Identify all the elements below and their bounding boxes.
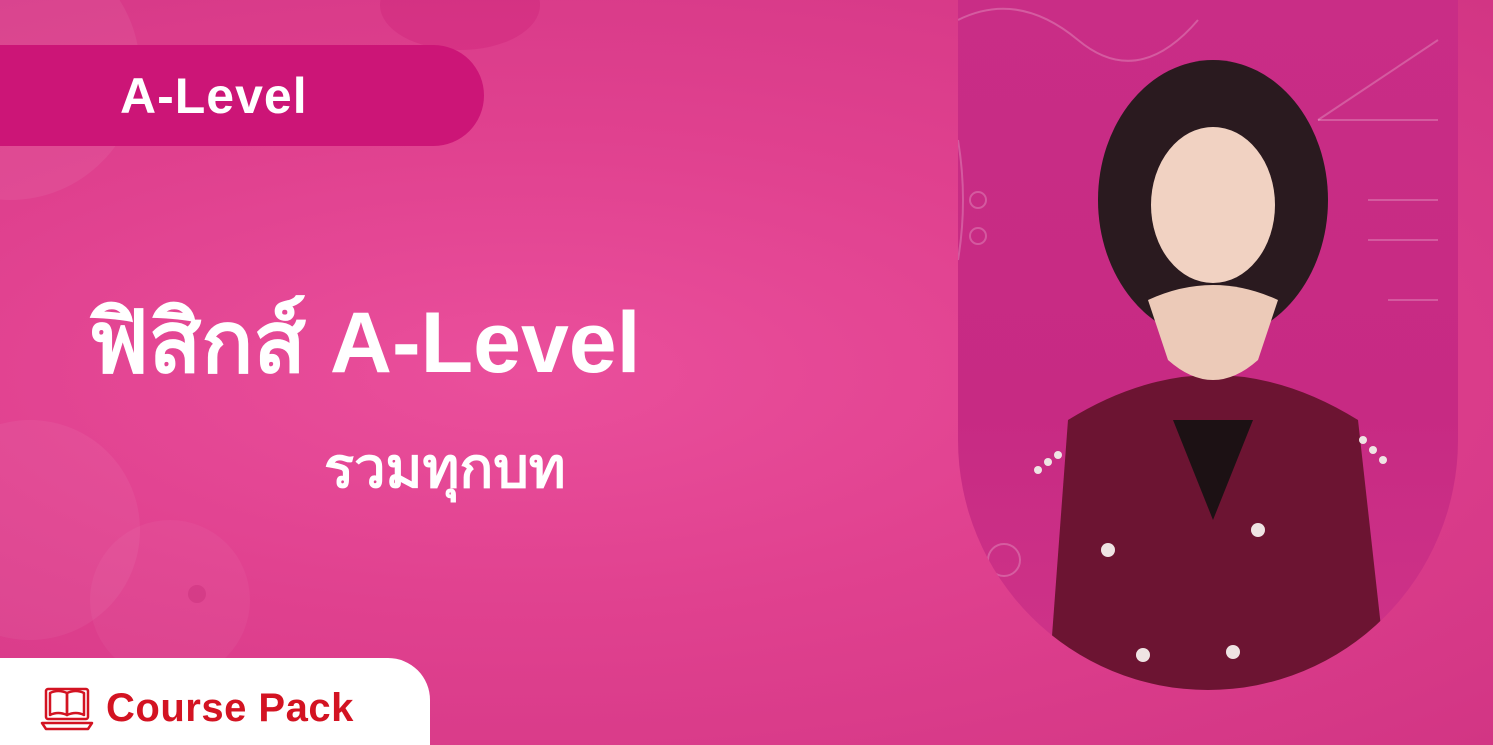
decor-bubble: [90, 520, 250, 680]
level-badge: A-Level: [0, 45, 484, 146]
teacher-photo: [958, 0, 1458, 690]
course-banner: A-Level ฟิสิกส์ A-Level รวมทุกบท Course …: [0, 0, 1493, 745]
book-laptop-icon: [40, 687, 94, 731]
course-subtitle: รวมทุกบท: [324, 436, 566, 499]
formula-board-decor: [958, 7, 1439, 690]
course-pack-badge: Course Pack: [0, 658, 430, 745]
level-badge-label: A-Level: [120, 67, 308, 124]
course-pack-label: Course Pack: [106, 685, 354, 730]
course-title: ฟิสิกส์ A-Level: [88, 295, 641, 391]
decor-bubble: [380, 0, 540, 50]
